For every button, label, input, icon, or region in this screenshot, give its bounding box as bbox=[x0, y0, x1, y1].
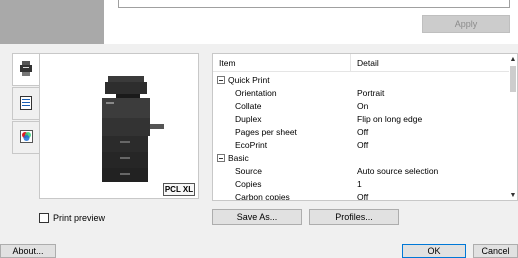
settings-grid: Item Detail Quick Print Orientation Portra… bbox=[212, 53, 518, 201]
row-item-label: EcoPrint bbox=[235, 139, 268, 150]
row-item-label: Carbon copies bbox=[235, 191, 290, 201]
group-row[interactable]: Basic bbox=[213, 151, 511, 164]
row-item-label: Collate bbox=[235, 100, 262, 111]
row-item-cell: Source bbox=[213, 166, 351, 176]
table-row[interactable]: Source Auto source selection bbox=[213, 164, 511, 177]
save-as-button[interactable]: Save As... bbox=[212, 209, 302, 225]
row-detail-cell: Auto source selection bbox=[357, 165, 439, 176]
row-item-cell: Carbon copies bbox=[213, 191, 351, 201]
profiles-button[interactable]: Profiles... bbox=[309, 209, 399, 225]
collapse-icon[interactable] bbox=[217, 75, 225, 84]
table-row[interactable]: Orientation Portrait bbox=[213, 86, 511, 99]
row-item-label: Quick Print bbox=[228, 74, 270, 85]
collapse-icon[interactable] bbox=[217, 153, 225, 162]
row-item-label: Source bbox=[235, 165, 262, 176]
row-item-label: Duplex bbox=[235, 113, 262, 124]
tab-document[interactable] bbox=[12, 87, 40, 120]
table-row[interactable]: EcoPrint Off bbox=[213, 138, 511, 151]
column-header-detail[interactable]: Detail bbox=[351, 54, 511, 71]
grid-header: Item Detail bbox=[213, 54, 511, 72]
printer-preview-panel bbox=[39, 53, 199, 199]
scroll-thumb[interactable] bbox=[510, 66, 516, 92]
row-item-cell: Copies bbox=[213, 179, 351, 189]
print-preview-checkbox[interactable] bbox=[39, 213, 49, 223]
printer-icon bbox=[19, 60, 33, 79]
apply-button[interactable]: Apply bbox=[422, 15, 510, 33]
row-detail-cell: Flip on long edge bbox=[357, 113, 423, 124]
row-item-cell: Basic bbox=[213, 153, 351, 163]
row-item-cell: Quick Print bbox=[213, 75, 351, 85]
row-detail-cell: Off bbox=[357, 126, 369, 137]
row-item-cell: Pages per sheet bbox=[213, 127, 351, 137]
row-item-cell: Orientation bbox=[213, 88, 351, 98]
header-gray-panel bbox=[0, 0, 104, 44]
row-detail-cell: Off bbox=[357, 191, 369, 201]
row-item-cell: Duplex bbox=[213, 114, 351, 124]
table-row[interactable]: Pages per sheet Off bbox=[213, 125, 511, 138]
scroll-down-icon[interactable]: ▼ bbox=[509, 190, 517, 200]
header-box bbox=[118, 0, 510, 8]
tab-printer[interactable] bbox=[12, 53, 40, 86]
side-tabs bbox=[12, 53, 40, 155]
table-row[interactable]: Duplex Flip on long edge bbox=[213, 112, 511, 125]
printer-illustration bbox=[102, 76, 164, 182]
row-item-label: Copies bbox=[235, 178, 262, 189]
row-item-label: Orientation bbox=[235, 87, 277, 98]
row-item-cell: EcoPrint bbox=[213, 140, 351, 150]
row-item-label: Basic bbox=[228, 152, 249, 163]
grid-scrollbar[interactable]: ▲ ▼ bbox=[509, 54, 517, 200]
row-detail-cell: On bbox=[357, 100, 369, 111]
table-row[interactable]: Carbon copies Off bbox=[213, 190, 511, 201]
grid-rows: Quick Print Orientation Portrait Collate On D… bbox=[213, 73, 511, 201]
row-detail-cell: 1 bbox=[357, 178, 362, 189]
column-header-item[interactable]: Item bbox=[213, 54, 351, 71]
document-icon bbox=[20, 95, 32, 112]
group-row[interactable]: Quick Print bbox=[213, 73, 511, 86]
pcl-badge: PCL XL bbox=[163, 183, 195, 196]
row-item-label: Pages per sheet bbox=[235, 126, 297, 137]
tab-color[interactable] bbox=[12, 121, 40, 154]
table-row[interactable]: Collate On bbox=[213, 99, 511, 112]
print-preview-option[interactable]: Print preview bbox=[39, 212, 105, 224]
table-row[interactable]: Copies 1 bbox=[213, 177, 511, 190]
row-detail-cell: Off bbox=[357, 139, 369, 150]
row-item-cell: Collate bbox=[213, 101, 351, 111]
color-icon bbox=[19, 130, 33, 145]
print-preview-label: Print preview bbox=[53, 213, 106, 223]
scroll-up-icon[interactable]: ▲ bbox=[509, 54, 517, 64]
row-detail-cell: Portrait bbox=[357, 87, 385, 98]
